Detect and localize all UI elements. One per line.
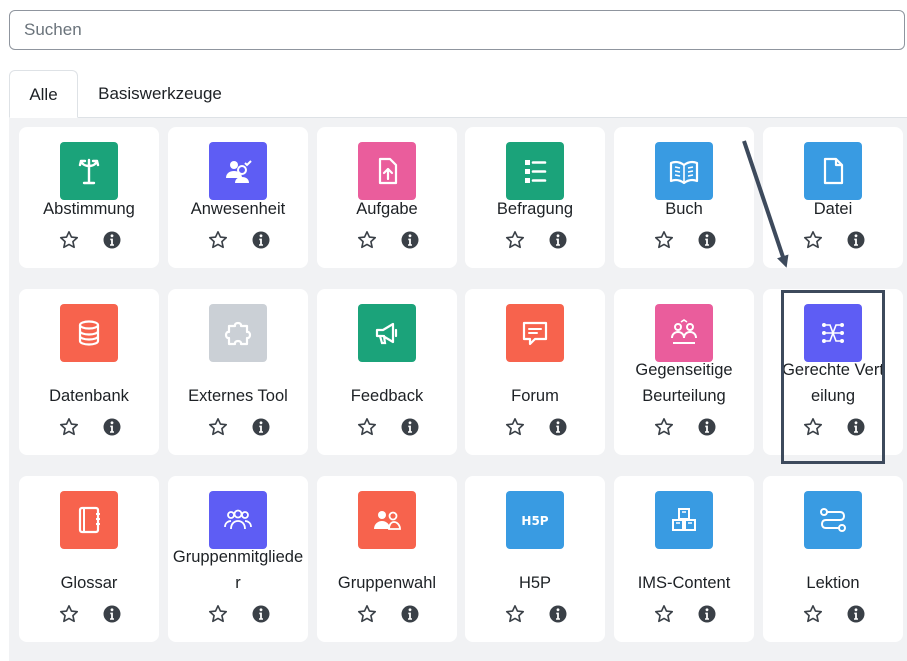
signpost-icon (60, 142, 118, 200)
peer-review-icon (655, 304, 713, 362)
module-card-gegenseitige-beurteilung[interactable]: Gegenseitige Beurteilung (614, 289, 754, 455)
search-input[interactable] (9, 10, 905, 50)
module-name: Aufgabe (356, 200, 418, 218)
module-card-anwesenheit[interactable]: Anwesenheit (168, 127, 308, 268)
module-name: IMS-Content (637, 574, 731, 592)
module-name: Datenbank (49, 387, 129, 405)
module-name: Feedback (350, 387, 424, 405)
module-name: Glossar (60, 574, 118, 592)
module-card-forum[interactable]: Forum (465, 289, 605, 455)
module-card-externes-tool[interactable]: Externes Tool (168, 289, 308, 455)
module-card-abstimmung[interactable]: Abstimmung (19, 127, 159, 268)
people-check-icon (209, 142, 267, 200)
star-icon[interactable] (654, 604, 674, 624)
star-icon[interactable] (803, 230, 823, 250)
open-book-icon (655, 142, 713, 200)
module-name: Datei (813, 200, 853, 218)
star-icon[interactable] (59, 230, 79, 250)
tab-alle[interactable]: Alle (9, 70, 78, 118)
package-icon (655, 491, 713, 549)
star-icon[interactable] (59, 604, 79, 624)
info-icon[interactable] (400, 604, 420, 624)
document-icon (804, 142, 862, 200)
module-name: Gerechte Verteilung (782, 361, 884, 405)
module-name: Abstimmung (43, 200, 135, 218)
info-icon[interactable] (251, 230, 271, 250)
info-icon[interactable] (846, 417, 866, 437)
module-card-gerechte-verteilung[interactable]: Gerechte Verteilung (763, 289, 903, 455)
info-icon[interactable] (400, 417, 420, 437)
star-icon[interactable] (803, 604, 823, 624)
info-icon[interactable] (102, 417, 122, 437)
megaphone-icon (358, 304, 416, 362)
star-icon[interactable] (357, 417, 377, 437)
info-icon[interactable] (102, 230, 122, 250)
tab-bar: Alle Basiswerkzeuge (9, 70, 907, 118)
module-card-befragung[interactable]: Befragung (465, 127, 605, 268)
module-name: Externes Tool (188, 387, 288, 405)
notebook-icon (60, 491, 118, 549)
star-icon[interactable] (654, 417, 674, 437)
module-card-datenbank[interactable]: Datenbank (19, 289, 159, 455)
star-icon[interactable] (654, 230, 674, 250)
checklist-icon (506, 142, 564, 200)
star-icon[interactable] (59, 417, 79, 437)
module-card-gruppenmitglieder[interactable]: Gruppenmitglieder (168, 476, 308, 642)
info-icon[interactable] (548, 604, 568, 624)
info-icon[interactable] (697, 604, 717, 624)
star-icon[interactable] (803, 417, 823, 437)
file-upload-icon (358, 142, 416, 200)
info-icon[interactable] (251, 417, 271, 437)
info-icon[interactable] (846, 604, 866, 624)
distribution-icon (804, 304, 862, 362)
info-icon[interactable] (400, 230, 420, 250)
database-icon (60, 304, 118, 362)
module-card-feedback[interactable]: Feedback (317, 289, 457, 455)
module-chooser-grid: Abstimmung Anwesenheit Aufgabe Befragung Buc… (9, 118, 907, 661)
info-icon[interactable] (846, 230, 866, 250)
info-icon[interactable] (548, 230, 568, 250)
module-name: Gruppenwahl (337, 574, 437, 592)
star-icon[interactable] (208, 417, 228, 437)
info-icon[interactable] (697, 230, 717, 250)
module-card-lektion[interactable]: Lektion (763, 476, 903, 642)
module-card-buch[interactable]: Buch (614, 127, 754, 268)
module-card-h5p[interactable]: H5P H5P (465, 476, 605, 642)
star-icon[interactable] (208, 604, 228, 624)
star-icon[interactable] (357, 230, 377, 250)
info-icon[interactable] (251, 604, 271, 624)
module-name: Anwesenheit (190, 200, 286, 218)
puzzle-icon (209, 304, 267, 362)
info-icon[interactable] (102, 604, 122, 624)
module-card-ims-content[interactable]: IMS-Content (614, 476, 754, 642)
module-card-glossar[interactable]: Glossar (19, 476, 159, 642)
tab-basiswerkzeuge[interactable]: Basiswerkzeuge (85, 70, 235, 118)
module-name: Forum (511, 387, 559, 405)
info-icon[interactable] (697, 417, 717, 437)
info-icon[interactable] (548, 417, 568, 437)
star-icon[interactable] (505, 417, 525, 437)
module-name: H5P (518, 574, 552, 592)
svg-text:H5P: H5P (521, 514, 548, 528)
h5p-icon: H5P (506, 491, 564, 549)
star-icon[interactable] (505, 604, 525, 624)
path-icon (804, 491, 862, 549)
module-name: Lektion (806, 574, 860, 592)
module-name: Gegenseitige Beurteilung (635, 361, 733, 405)
group-members-icon (209, 491, 267, 549)
star-icon[interactable] (208, 230, 228, 250)
group-choice-icon (358, 491, 416, 549)
module-card-datei[interactable]: Datei (763, 127, 903, 268)
module-name: Buch (665, 200, 703, 218)
module-card-aufgabe[interactable]: Aufgabe (317, 127, 457, 268)
module-card-gruppenwahl[interactable]: Gruppenwahl (317, 476, 457, 642)
module-name: Befragung (496, 200, 574, 218)
star-icon[interactable] (505, 230, 525, 250)
module-name: Gruppenmitglieder (172, 548, 304, 592)
chat-icon (506, 304, 564, 362)
star-icon[interactable] (357, 604, 377, 624)
